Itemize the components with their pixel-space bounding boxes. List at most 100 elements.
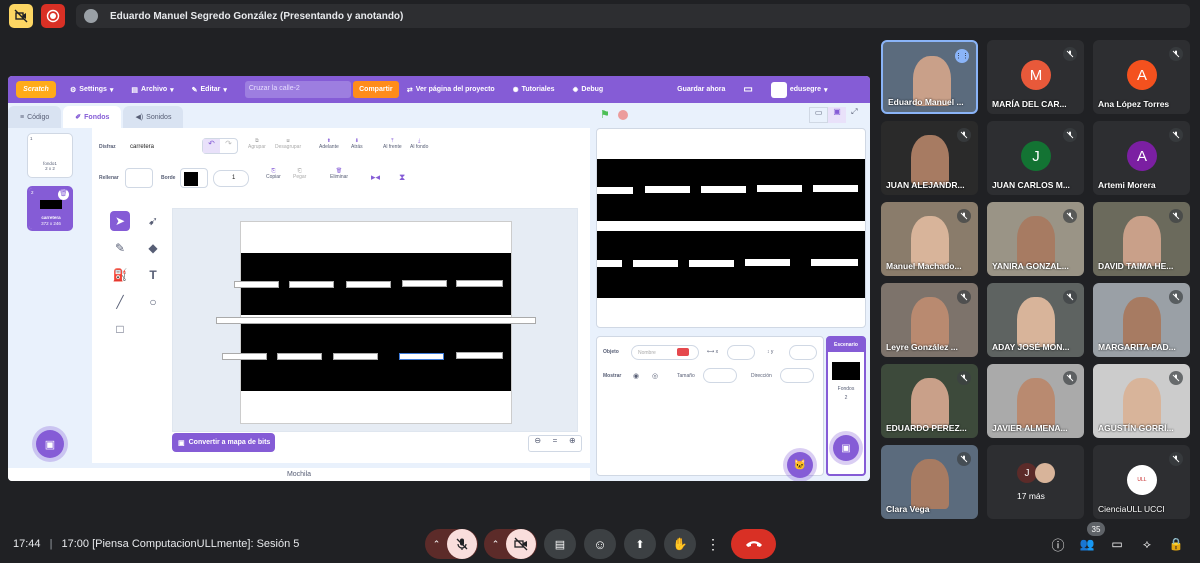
project-title-input[interactable]: Cruzar la calle-2: [244, 81, 351, 98]
participant-tile[interactable]: Clara Vega: [881, 445, 978, 519]
camera-toggle-button[interactable]: [505, 529, 536, 559]
size-input[interactable]: [703, 368, 737, 383]
tab-backdrops[interactable]: ✐ Fondos: [63, 106, 122, 128]
settings-menu[interactable]: ⚙ Settings ▾: [70, 86, 113, 94]
participant-tile[interactable]: AGUSTÍN GORRÍ...: [1093, 364, 1190, 438]
to-front-button[interactable]: ⤒ Al frente: [383, 138, 402, 150]
to-back-button[interactable]: ⤓ Al fondo: [410, 138, 428, 150]
save-now-link[interactable]: Guardar ahora: [677, 86, 725, 93]
raise-hand-button[interactable]: ✋: [664, 529, 696, 559]
camera-options-chevron-icon[interactable]: ⌃: [486, 533, 506, 555]
scratch-logo[interactable]: Scratch: [16, 81, 56, 98]
add-backdrop-stage-button[interactable]: ▣: [833, 435, 859, 461]
participant-tile[interactable]: ADAY JOSÉ MON...: [987, 283, 1084, 357]
group-button[interactable]: ⧉ Agrupar: [248, 138, 266, 150]
rectangle-tool-icon[interactable]: □: [110, 319, 130, 339]
participant-tile[interactable]: ULL CienciaULL UCCI: [1093, 445, 1190, 519]
ungroup-button[interactable]: ⧈ Desagrupar: [275, 138, 301, 150]
green-flag-icon[interactable]: ⚑: [600, 108, 610, 121]
mic-toggle-button[interactable]: [446, 529, 477, 559]
participant-tile[interactable]: EDUARDO PEREZ...: [881, 364, 978, 438]
tab-sounds[interactable]: ◀) Sonidos: [123, 106, 184, 128]
flip-vertical-icon[interactable]: ⧗: [399, 172, 405, 183]
delete-button[interactable]: 🗑 Eliminar: [330, 168, 348, 180]
edit-menu[interactable]: ✎ Editar ▾: [192, 86, 227, 94]
add-backdrop-button[interactable]: ▣: [36, 430, 64, 458]
paint-canvas[interactable]: [172, 208, 578, 432]
participant-tile[interactable]: Leyre González ...: [881, 283, 978, 357]
brush-tool-icon[interactable]: ✎: [110, 238, 130, 258]
forward-button[interactable]: ⬆ Adelante: [319, 138, 339, 150]
redo-icon[interactable]: ↷: [220, 139, 237, 153]
text-tool-icon[interactable]: T: [143, 265, 163, 285]
costume-item[interactable]: 1 fondo1 2 x 2: [27, 133, 73, 178]
host-controls-icon[interactable]: 🔒: [1165, 533, 1187, 555]
copy-button[interactable]: ⎘ Copiar: [266, 168, 281, 180]
backpack-bar[interactable]: Mochila: [8, 468, 590, 481]
reactions-button[interactable]: ☺: [584, 529, 616, 559]
fill-tool-icon[interactable]: ⛽: [110, 265, 130, 285]
participant-tile[interactable]: MARGARITA PAD...: [1093, 283, 1190, 357]
zoom-in-icon[interactable]: ⊕: [564, 436, 581, 451]
backward-button[interactable]: ⬇ Atrás: [351, 138, 363, 150]
normal-stage-icon[interactable]: ▣: [828, 107, 846, 123]
x-input[interactable]: [727, 345, 755, 360]
eraser-tool-icon[interactable]: ◆: [143, 238, 163, 258]
participant-tile[interactable]: YANIRA GONZAL...: [987, 202, 1084, 276]
leave-call-button[interactable]: [731, 529, 776, 559]
small-stage-icon[interactable]: ▭: [809, 107, 829, 123]
presenter-bar: Eduardo Manuel Segredo González (Present…: [76, 4, 1190, 28]
meeting-details-icon[interactable]: ⓘ: [1047, 533, 1069, 555]
direction-input[interactable]: [780, 368, 814, 383]
costume-name-input[interactable]: carretera: [130, 144, 154, 150]
add-sprite-button[interactable]: 🐱: [787, 452, 813, 478]
participant-tile[interactable]: A Artemi Morera: [1093, 121, 1190, 195]
people-icon[interactable]: 👥: [1076, 533, 1098, 555]
line-tool-icon[interactable]: ╱: [110, 292, 130, 312]
captions-button[interactable]: ▤: [544, 529, 576, 559]
convert-bitmap-button[interactable]: ▣ Convertir a mapa de bits: [172, 433, 275, 452]
fill-color-picker[interactable]: [125, 168, 153, 188]
stage-selector[interactable]: Escenario Fondos 2 ▣: [826, 336, 866, 476]
participant-tile[interactable]: DAVID TAIMA HE...: [1093, 202, 1190, 276]
file-menu[interactable]: ▤ Archivo ▾: [131, 86, 173, 94]
stop-icon[interactable]: [618, 110, 628, 120]
participant-tile[interactable]: JUAN ALEJANDR...: [881, 121, 978, 195]
outline-color-picker[interactable]: [180, 168, 208, 188]
show-visible-icon[interactable]: ◉: [633, 372, 639, 380]
present-button[interactable]: ⬆: [624, 529, 656, 559]
costume-item-selected[interactable]: 🗑 2 carretera 372 x 246: [27, 186, 73, 231]
circle-tool-icon[interactable]: ○: [143, 292, 163, 312]
share-button[interactable]: Compartir: [352, 81, 399, 98]
participant-tile[interactable]: M MARÍA DEL CAR...: [987, 40, 1084, 114]
select-tool-icon[interactable]: ➤: [110, 211, 130, 231]
chat-icon[interactable]: ▭: [1106, 533, 1128, 555]
show-hidden-icon[interactable]: ◎: [652, 372, 658, 380]
activities-icon[interactable]: ⟡: [1136, 533, 1158, 555]
fullscreen-icon[interactable]: ⤢: [846, 107, 863, 123]
debug-link[interactable]: ✹ Debug: [573, 86, 604, 94]
project-page-link[interactable]: ⇄ Ver página del proyecto: [407, 86, 495, 94]
user-menu[interactable]: edusegre ▾: [770, 81, 828, 98]
mic-options-chevron-icon[interactable]: ⌃: [427, 533, 447, 555]
outline-width-input[interactable]: 1: [213, 170, 249, 187]
tab-code[interactable]: ≡ Código: [8, 106, 62, 128]
paste-button[interactable]: ⎗ Pegar: [293, 168, 306, 180]
y-input[interactable]: [789, 345, 817, 360]
delete-costume-icon[interactable]: 🗑: [58, 189, 69, 200]
zoom-reset-button[interactable]: =: [546, 436, 563, 451]
tutorials-link[interactable]: ✺ Tutoriales: [513, 86, 555, 94]
participant-tile[interactable]: JAVIER ALMENA...: [987, 364, 1084, 438]
participant-tile[interactable]: A Ana López Torres: [1093, 40, 1190, 114]
participant-tile[interactable]: J 17 más: [987, 445, 1084, 519]
zoom-out-icon[interactable]: ⊖: [529, 436, 546, 451]
folder-icon[interactable]: ▭: [743, 84, 752, 95]
undo-icon[interactable]: ↶: [203, 139, 220, 153]
stage-preview[interactable]: [596, 128, 866, 328]
flip-horizontal-icon[interactable]: ▸◂: [371, 172, 380, 183]
participant-tile[interactable]: Manuel Machado...: [881, 202, 978, 276]
reshape-tool-icon[interactable]: ➹: [143, 211, 163, 231]
participant-tile[interactable]: J JUAN CARLOS M...: [987, 121, 1084, 195]
participant-tile[interactable]: ⋮⋮ Eduardo Manuel ...: [881, 40, 978, 114]
more-options-button[interactable]: ⋮: [702, 529, 724, 559]
